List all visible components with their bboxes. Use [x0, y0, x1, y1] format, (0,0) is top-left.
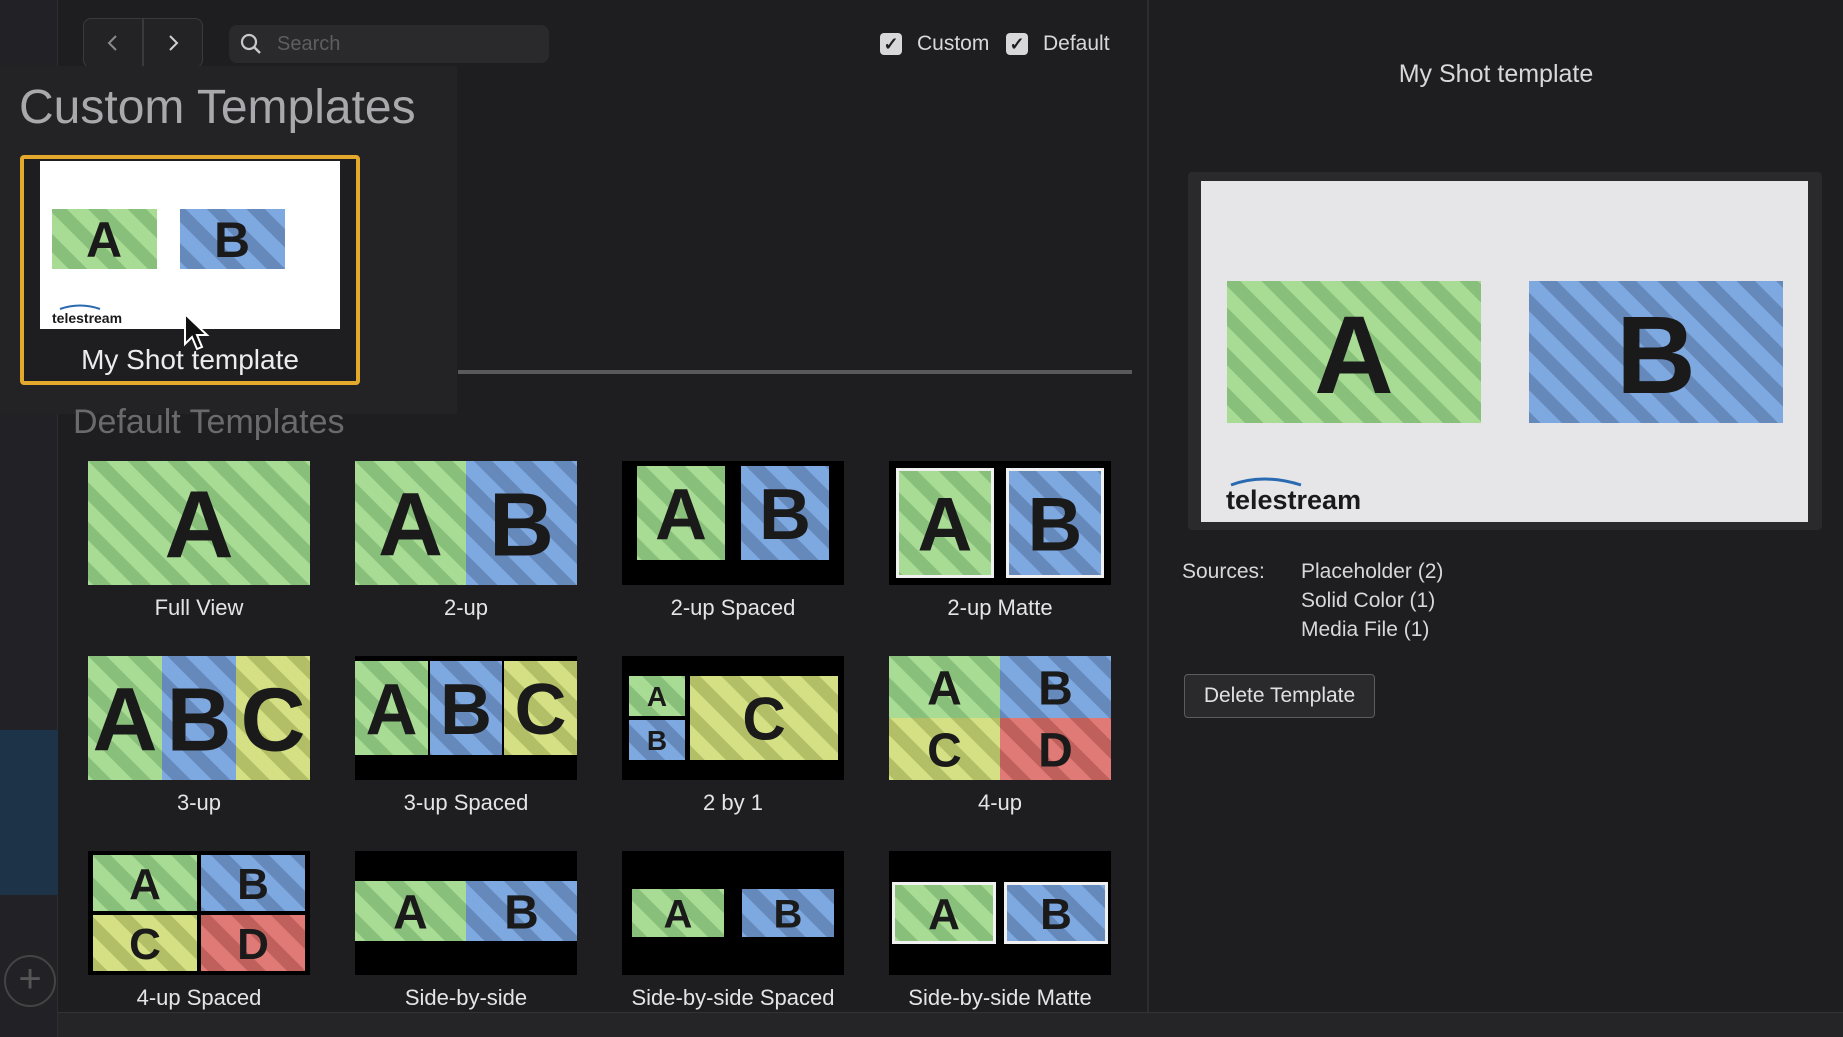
- svg-text:A: A: [378, 475, 443, 575]
- template-tile-thumbnail[interactable]: AB: [889, 461, 1111, 585]
- preview-frame: A B telestream: [1188, 172, 1822, 530]
- svg-text:B: B: [489, 475, 554, 575]
- svg-text:A: A: [164, 472, 233, 579]
- svg-text:C: C: [742, 686, 785, 753]
- svg-text:B: B: [774, 892, 803, 936]
- custom-templates-heading: Custom Templates: [19, 81, 416, 134]
- chevron-right-icon: [169, 35, 179, 51]
- svg-text:A: A: [86, 212, 122, 268]
- template-tile-label: 2-up Spaced: [670, 595, 796, 620]
- svg-text:A: A: [93, 670, 158, 770]
- template-tile-label: 2-up: [443, 595, 489, 620]
- mouse-cursor-icon: [184, 312, 210, 351]
- template-tile-thumbnail[interactable]: AB C: [622, 656, 844, 780]
- svg-text:A: A: [655, 475, 707, 555]
- default-filter-label[interactable]: Default: [1043, 32, 1110, 56]
- svg-text:A: A: [1314, 294, 1393, 417]
- template-tile-label: Side-by-side Spaced: [631, 985, 835, 1010]
- forward-button[interactable]: [143, 18, 203, 68]
- svg-text:A: A: [927, 662, 962, 715]
- template-tile-thumbnail[interactable]: A: [88, 461, 310, 585]
- template-tile-label: 4-up: [977, 790, 1023, 815]
- add-icon[interactable]: +: [4, 955, 56, 1007]
- chevron-left-icon: [107, 35, 117, 51]
- template-tile-thumbnail[interactable]: A B C D: [88, 851, 310, 975]
- template-thumbnail: A B telestream: [40, 161, 340, 329]
- template-tile-thumbnail[interactable]: ABC: [88, 656, 310, 780]
- sources-label: Sources:: [1182, 560, 1265, 583]
- template-preview: A B telestream: [1201, 181, 1808, 522]
- template-tile-thumbnail[interactable]: AB: [622, 461, 844, 585]
- panel-divider: [1147, 0, 1149, 1012]
- section-separator: [458, 370, 1132, 374]
- search-icon: [240, 33, 261, 54]
- svg-text:C: C: [927, 724, 962, 777]
- svg-text:B: B: [214, 212, 250, 268]
- svg-text:B: B: [1038, 662, 1073, 715]
- svg-text:B: B: [1616, 294, 1695, 417]
- svg-text:A: A: [918, 482, 973, 567]
- custom-filter-checkbox[interactable]: ✓: [880, 33, 902, 55]
- source-item: Media File (1): [1301, 618, 1430, 641]
- template-tile-thumbnail[interactable]: A B C D: [889, 656, 1111, 780]
- svg-text:C: C: [515, 670, 567, 750]
- delete-template-button[interactable]: Delete Template: [1184, 674, 1375, 718]
- search-input[interactable]: [277, 25, 537, 63]
- gutter-highlight: [0, 730, 58, 895]
- bottom-bar: [58, 1012, 1843, 1037]
- svg-text:A: A: [928, 890, 960, 939]
- default-filter-checkbox[interactable]: ✓: [1006, 33, 1028, 55]
- svg-text:C: C: [129, 920, 161, 969]
- svg-text:B: B: [1040, 890, 1072, 939]
- inspector-title: My Shot template: [1398, 60, 1594, 88]
- svg-text:D: D: [237, 920, 269, 969]
- template-tile-thumbnail[interactable]: AB: [889, 851, 1111, 975]
- svg-text:A: A: [664, 892, 693, 936]
- source-item: Solid Color (1): [1301, 589, 1436, 612]
- back-button[interactable]: [83, 18, 143, 68]
- svg-text:B: B: [440, 670, 492, 750]
- svg-text:B: B: [167, 670, 232, 770]
- default-templates-heading: Default Templates: [73, 403, 345, 441]
- template-tile-label: Side-by-side: [404, 985, 528, 1010]
- template-tile-label: Side-by-side Matte: [908, 985, 1092, 1010]
- svg-text:A: A: [129, 860, 161, 909]
- svg-text:D: D: [1038, 724, 1073, 777]
- template-tile-label: 3-up: [176, 790, 222, 815]
- svg-text:B: B: [504, 886, 539, 939]
- svg-text:A: A: [366, 670, 418, 750]
- template-tile-label: 2-up Matte: [947, 595, 1053, 620]
- svg-text:B: B: [647, 725, 667, 756]
- template-tile-label: 3-up Spaced: [403, 790, 529, 815]
- template-tile-label: Full View: [154, 595, 244, 620]
- svg-text:B: B: [237, 860, 269, 909]
- svg-text:B: B: [1028, 482, 1083, 567]
- svg-text:C: C: [241, 670, 306, 770]
- telestream-logo: telestream: [52, 310, 122, 326]
- search-box[interactable]: [229, 25, 549, 63]
- svg-text:B: B: [759, 475, 811, 555]
- template-tile-label: 4-up Spaced: [136, 985, 262, 1010]
- svg-text:A: A: [647, 681, 667, 712]
- template-tile-thumbnail[interactable]: ABC: [355, 656, 577, 780]
- template-tile-thumbnail[interactable]: AB: [355, 461, 577, 585]
- custom-filter-label[interactable]: Custom: [917, 32, 989, 56]
- telestream-logo: telestream: [1226, 485, 1361, 515]
- svg-text:A: A: [393, 886, 428, 939]
- template-tile-thumbnail[interactable]: AB: [355, 851, 577, 975]
- template-tile-thumbnail[interactable]: AB: [622, 851, 844, 975]
- template-tile-label: 2 by 1: [703, 790, 763, 815]
- source-item: Placeholder (2): [1301, 560, 1444, 583]
